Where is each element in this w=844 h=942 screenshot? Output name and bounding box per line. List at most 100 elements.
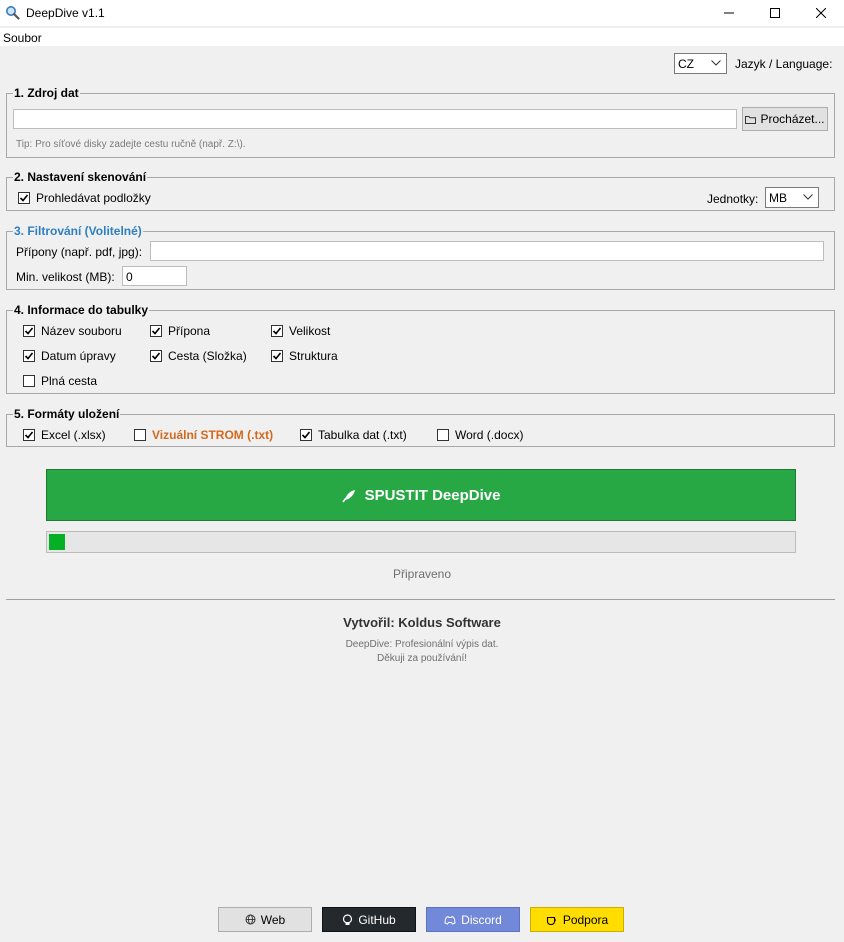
link-label: GitHub [358, 912, 396, 927]
checkmark-icon [24, 352, 34, 360]
github-link-button[interactable]: GitHub [322, 907, 416, 932]
footer-thanks: Děkuji za používání! [376, 653, 468, 664]
table-info-group: 4. Informace do tabulky [6, 303, 835, 394]
option-label: Název souboru [41, 324, 122, 338]
rocket-icon [341, 489, 355, 502]
format-label: Word (.docx) [455, 428, 524, 442]
option-label: Datum úpravy [41, 349, 116, 363]
checkbox-box [271, 350, 283, 362]
divider [6, 599, 835, 600]
run-button[interactable]: SPUSTIT DeepDive [46, 469, 796, 521]
option-label: Velikost [289, 324, 331, 338]
link-label: Podpora [562, 912, 609, 927]
maximize-icon [770, 8, 780, 18]
checkbox-box [18, 192, 30, 204]
checkmark-icon [272, 327, 282, 335]
option-file-name-checkbox[interactable]: Název souboru [23, 324, 122, 338]
option-modified-date-checkbox[interactable]: Datum úpravy [23, 349, 116, 363]
checkbox-box [134, 429, 146, 441]
option-extension-checkbox[interactable]: Přípona [150, 324, 210, 338]
close-button[interactable] [798, 0, 844, 26]
minimize-icon [724, 12, 734, 14]
magnifier-app-icon [6, 6, 20, 20]
checkbox-box [300, 429, 312, 441]
formats-group: 5. Formáty uložení [6, 407, 835, 447]
checkbox-box [150, 350, 162, 362]
language-select-value: CZ [678, 57, 694, 71]
scan-group-title: 2. Nastavení skenování [13, 170, 148, 184]
table-info-group-title: 4. Informace do tabulky [13, 303, 150, 317]
checkmark-icon [272, 352, 282, 360]
format-excel-checkbox[interactable]: Excel (.xlsx) [23, 428, 106, 442]
language-label: Jazyk / Language: [735, 57, 833, 71]
option-size-checkbox[interactable]: Velikost [271, 324, 330, 338]
link-label: Discord [461, 912, 502, 927]
globe-icon [245, 914, 256, 925]
option-label: Plná cesta [41, 374, 98, 388]
format-label: Excel (.xlsx) [41, 428, 106, 442]
extensions-label: Přípony (např. pdf, jpg): [16, 245, 143, 259]
checkbox-box [23, 350, 35, 362]
source-tip: Tip: Pro síťové disky zadejte cestu ručn… [16, 139, 246, 150]
minimize-button[interactable] [706, 0, 752, 26]
option-structure-checkbox[interactable]: Struktura [271, 349, 338, 363]
extensions-input[interactable] [150, 241, 824, 261]
checkmark-icon [19, 194, 29, 202]
checkbox-box [23, 325, 35, 337]
units-select[interactable]: MB [765, 187, 819, 208]
format-data-table-checkbox[interactable]: Tabulka dat (.txt) [300, 428, 407, 442]
format-word-checkbox[interactable]: Word (.docx) [437, 428, 523, 442]
checkbox-box [271, 325, 283, 337]
checkmark-icon [24, 327, 34, 335]
format-visual-tree-checkbox[interactable]: Vizuální STROM (.txt) [134, 428, 273, 442]
menu-file[interactable]: Soubor [3, 31, 42, 45]
browse-button[interactable]: Procházet... [742, 107, 828, 131]
source-group-title: 1. Zdroj dat [13, 86, 80, 100]
checkbox-box [23, 375, 35, 387]
checkmark-icon [24, 431, 34, 439]
close-icon [816, 8, 826, 18]
format-label: Vizuální STROM (.txt) [152, 428, 274, 442]
min-size-input-value: 0 [126, 270, 133, 284]
chevron-down-icon [803, 194, 813, 200]
min-size-input[interactable]: 0 [122, 266, 187, 286]
formats-group-title: 5. Formáty uložení [13, 407, 121, 421]
filter-group-title: 3. Filtrování (Volitelné) [13, 224, 143, 238]
format-label: Tabulka dat (.txt) [318, 428, 407, 442]
option-label: Přípona [168, 324, 211, 338]
maximize-button[interactable] [752, 0, 798, 26]
path-input[interactable] [13, 109, 737, 129]
discord-link-button[interactable]: Discord [426, 907, 520, 932]
chevron-down-icon [711, 60, 721, 66]
status-text: Připraveno [392, 567, 452, 581]
web-link-button[interactable]: Web [218, 907, 312, 932]
option-full-path-checkbox[interactable]: Plná cesta [23, 374, 97, 388]
option-label: Struktura [289, 349, 338, 363]
progress-bar [46, 531, 796, 553]
checkmark-icon [151, 352, 161, 360]
link-label: Web [260, 912, 286, 927]
discord-icon [444, 915, 456, 925]
option-label: Cesta (Složka) [168, 349, 247, 363]
progress-fill [49, 534, 65, 550]
checkmark-icon [151, 327, 161, 335]
window-title: DeepDive v1.1 [26, 6, 105, 20]
support-link-button[interactable]: Podpora [530, 907, 624, 932]
author-credit: Vytvořil: Koldus Software [343, 615, 501, 630]
units-label: Jednotky: [707, 192, 759, 206]
language-select[interactable]: CZ [674, 53, 727, 74]
github-icon [343, 914, 353, 925]
folder-icon [745, 115, 757, 124]
option-folder-path-checkbox[interactable]: Cesta (Složka) [150, 349, 247, 363]
subfolders-checkbox[interactable]: Prohledávat podložky [18, 191, 151, 205]
checkbox-box [23, 429, 35, 441]
run-button-label: SPUSTIT DeepDive [364, 486, 501, 504]
checkbox-box [437, 429, 449, 441]
footer-description: DeepDive: Profesionální výpis dat. [345, 639, 499, 650]
coffee-icon [546, 916, 556, 925]
checkbox-box [150, 325, 162, 337]
min-size-label: Min. velikost (MB): [16, 270, 115, 284]
subfolders-label: Prohledávat podložky [36, 191, 151, 205]
menu-bar: Soubor [0, 28, 844, 46]
title-bar: DeepDive v1.1 [0, 0, 844, 26]
